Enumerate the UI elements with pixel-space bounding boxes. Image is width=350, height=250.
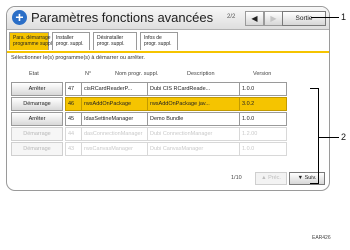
instruction-text: Sélectionner le(s) programme(s) à démarr… (11, 55, 145, 61)
cell-version: 1.2.00 (242, 131, 258, 137)
cell-number: 46 (66, 98, 82, 110)
cell-name: rwsAddOnPackage (82, 98, 148, 110)
list-page-indicator: 1/10 (231, 175, 242, 181)
plus-icon: + (12, 10, 27, 25)
cell-version: 1.0.0 (242, 146, 255, 152)
table-row[interactable]: Démarrage 44 dasConnectionManager Dubi C… (7, 127, 329, 141)
cell-number: 43 (66, 143, 82, 155)
callout-label-1: 1 (341, 12, 347, 22)
next-button[interactable]: ▼ Suiv. (289, 172, 325, 185)
cell-version: 1.0.0 (242, 86, 255, 92)
state-toggle-button[interactable]: Arrêter (11, 82, 63, 96)
page-title: Paramètres fonctions avancées (31, 10, 214, 25)
cell-name: IdasSettineManager (82, 113, 148, 125)
state-toggle-button[interactable]: Démarrage (11, 142, 63, 156)
exit-button[interactable]: Sortie (282, 11, 326, 26)
cell-number: 44 (66, 128, 82, 140)
cell-number: 45 (66, 113, 82, 125)
state-toggle-button[interactable]: Arrêter (11, 112, 63, 126)
cell-name: cisRCardReaderP... (82, 83, 148, 95)
page-indicator: 2/2 (227, 14, 236, 20)
row-cells: 43 rwsCanvasManager Dubi CanvasManager 1… (65, 142, 287, 156)
tab-install[interactable]: Installer progr. suppl. (52, 32, 90, 50)
title-bar: + Paramètres fonctions avancées 2/2 ◀ ▶ … (7, 7, 329, 30)
tab-divider (7, 51, 329, 53)
triangle-left-icon: ◀ (251, 14, 258, 23)
cell-version: 3.0.2 (242, 101, 255, 107)
callout-bracket-2 (318, 88, 319, 184)
tab-startup-settings[interactable]: Para. démarrage programme suppl. (9, 32, 53, 50)
cell-description: rwsAddOnPackage jav... (148, 98, 240, 110)
reference-code: EAR426 (312, 235, 331, 241)
next-page-button[interactable]: ▶ (264, 11, 283, 26)
header-number: N° (85, 71, 92, 77)
state-toggle-button[interactable]: Démarrage (11, 127, 63, 141)
callout-line-1 (311, 17, 339, 18)
callout-label-2: 2 (341, 132, 347, 142)
cell-description: Dubi CanvasManager (148, 143, 240, 155)
tab-uninstall[interactable]: Désinstaller progr. suppl. (93, 32, 137, 50)
row-cells: 44 dasConnectionManager Dubi ConnectionM… (65, 127, 287, 141)
cell-number: 47 (66, 83, 82, 95)
advanced-settings-panel: + Paramètres fonctions avancées 2/2 ◀ ▶ … (6, 6, 330, 191)
cell-description: Dubi ConnectionManager (148, 128, 240, 140)
previous-button[interactable]: ▲ Préc. (255, 172, 287, 185)
table-row[interactable]: Arrêter 47 cisRCardReaderP... Dubi CIS R… (7, 82, 329, 96)
cell-version: 1.0.0 (242, 116, 255, 122)
cell-description: Demo Bundle (148, 113, 240, 125)
callout-bracket-top (310, 88, 319, 89)
callout-bracket-bottom (310, 183, 319, 184)
header-state: Etat (29, 71, 39, 77)
header-description: Description (187, 71, 215, 77)
table-row[interactable]: Démarrage 43 rwsCanvasManager Dubi Canva… (7, 142, 329, 156)
table-row[interactable]: Arrêter 45 IdasSettineManager Demo Bundl… (7, 112, 329, 126)
state-toggle-button[interactable]: Démarrage (11, 97, 63, 111)
header-name: Nom progr. suppl. (115, 71, 159, 77)
row-cells: 47 cisRCardReaderP... Dubi CIS RCardRead… (65, 82, 287, 96)
triangle-right-icon: ▶ (270, 14, 277, 23)
prev-page-button[interactable]: ◀ (245, 11, 264, 26)
cell-name: rwsCanvasManager (82, 143, 148, 155)
cell-name: dasConnectionManager (82, 128, 148, 140)
tab-info[interactable]: Infos de progr. suppl. (140, 32, 178, 50)
table-row[interactable]: Démarrage 46 rwsAddOnPackage rwsAddOnPac… (7, 97, 329, 111)
row-cells: 46 rwsAddOnPackage rwsAddOnPackage jav..… (65, 97, 287, 111)
callout-line-2 (318, 137, 339, 138)
row-cells: 45 IdasSettineManager Demo Bundle 1.0.0 (65, 112, 287, 126)
header-version: Version (253, 71, 272, 77)
cell-description: Dubi CIS RCardReade... (148, 83, 240, 95)
